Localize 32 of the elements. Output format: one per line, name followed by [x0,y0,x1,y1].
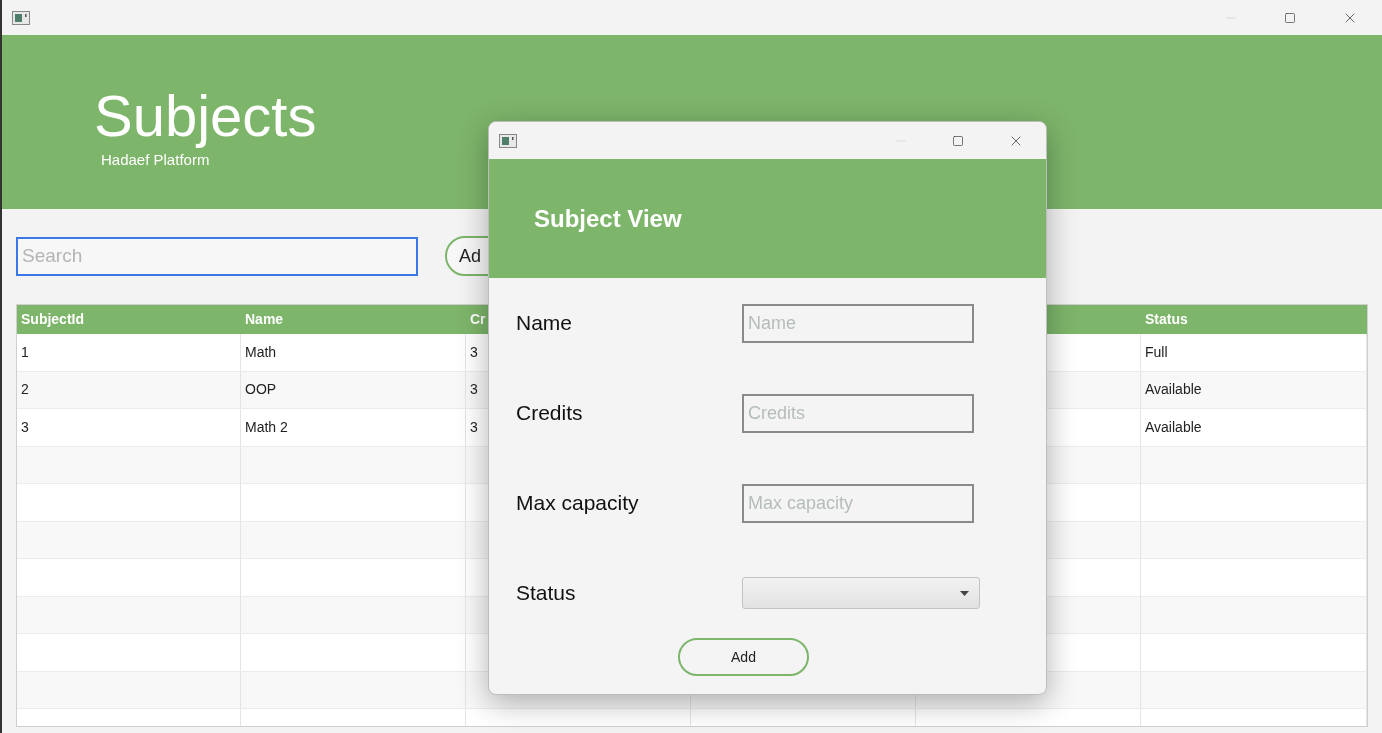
table-cell-text: 3 [21,417,29,437]
column-header[interactable]: Status [1145,309,1188,330]
column-header[interactable]: Name [245,309,284,330]
page-subtitle: Hadaef Platform [101,150,210,170]
input-field[interactable]: Max capacity [742,483,974,523]
maximize-icon[interactable] [1284,11,1296,24]
table-cell-text: OOP [245,380,277,400]
table-cell-text: 1 [21,342,29,362]
table-cell-text: 3 [470,342,478,362]
maximize-icon[interactable] [952,134,964,147]
dialog-title: Subject View [534,203,682,234]
input-field[interactable]: Name [742,303,974,343]
app-icon [12,10,30,25]
table-cell-text: Full [1145,342,1168,362]
column-header[interactable]: SubjectId [21,309,84,330]
table-cell-text: Math [245,342,277,362]
search-field[interactable]: Search [16,236,418,276]
page-title: Subjects [94,83,317,149]
column-header[interactable]: Cr [470,309,486,330]
table-cell-text: 2 [21,380,29,400]
table-cell-text: 3 [470,417,478,437]
table-cell-text: Available [1145,380,1202,400]
table-cell-text: 3 [470,380,478,400]
field-label: Max capacity [516,490,640,517]
field-label: Status [516,580,577,607]
input-field[interactable]: Credits [742,393,974,433]
table-cell-text: Available [1145,417,1202,437]
field-label: Credits [516,400,584,427]
field-label: Name [516,310,574,337]
table-cell-text: Math 2 [245,417,288,437]
app-icon [499,133,517,148]
add-button[interactable]: Add [678,638,809,676]
